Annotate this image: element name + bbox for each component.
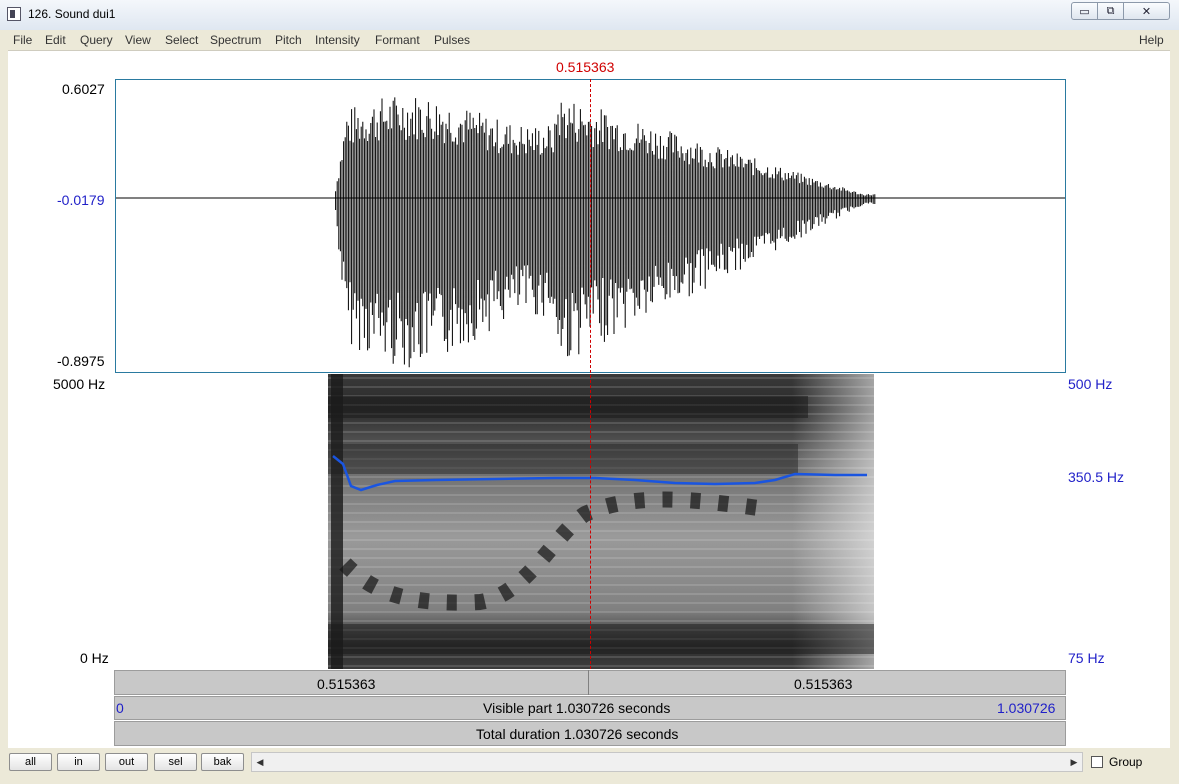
- window-frame-left: [0, 30, 8, 784]
- menu-intensity[interactable]: Intensity: [315, 33, 360, 47]
- time-bar-divider: [588, 670, 589, 695]
- menu-bar: File Edit Query View Select Spectrum Pit…: [8, 30, 1170, 51]
- spectrogram-bottom-freq-label: 0 Hz: [80, 650, 109, 666]
- visible-part-label: Visible part 1.030726 seconds: [483, 700, 671, 716]
- pitch-mid-label: 350.5 Hz: [1068, 469, 1125, 485]
- menu-view[interactable]: View: [125, 33, 151, 47]
- window-title: 126. Sound dui1: [28, 7, 116, 21]
- scroll-right-arrow-icon[interactable]: ▶: [1067, 754, 1081, 770]
- waveform-mid-label: -0.0179: [57, 192, 105, 208]
- window-frame-right: [1170, 30, 1179, 748]
- time-bar-left-label[interactable]: 0.515363: [317, 676, 375, 692]
- menu-pulses[interactable]: Pulses: [434, 33, 470, 47]
- cursor-line: [590, 79, 591, 669]
- spectrogram-top-freq-label: 5000 Hz: [53, 376, 106, 392]
- waveform-min-label: -0.8975: [57, 353, 105, 369]
- menu-edit[interactable]: Edit: [45, 33, 66, 47]
- menu-pitch[interactable]: Pitch: [275, 33, 302, 47]
- zoom-all-button[interactable]: all: [9, 753, 52, 771]
- group-checkbox-label: Group: [1109, 755, 1143, 769]
- menu-select[interactable]: Select: [165, 33, 198, 47]
- waveform-max-label: 0.6027: [62, 81, 105, 97]
- selection-time-bar[interactable]: [114, 670, 1066, 695]
- title-bar: 126. Sound dui1 ▭ ⧉ ✕: [0, 0, 1179, 31]
- pitch-top-label: 500 Hz: [1068, 376, 1113, 392]
- pitch-bottom-label: 75 Hz: [1068, 650, 1105, 666]
- menu-help[interactable]: Help: [1139, 33, 1164, 47]
- zoom-in-button[interactable]: in: [57, 753, 100, 771]
- menu-formant[interactable]: Formant: [375, 33, 420, 47]
- maximize-button[interactable]: ⧉: [1097, 2, 1124, 20]
- cursor-time-label: 0.515363: [556, 59, 615, 75]
- time-bar-right-label[interactable]: 0.515363: [794, 676, 852, 692]
- close-button[interactable]: ✕: [1123, 2, 1170, 20]
- zoom-back-button[interactable]: bak: [201, 753, 244, 771]
- scroll-left-arrow-icon[interactable]: ◀: [253, 754, 267, 770]
- visible-end-label: 1.030726: [997, 700, 1056, 716]
- zoom-selection-button[interactable]: sel: [154, 753, 197, 771]
- menu-spectrum[interactable]: Spectrum: [210, 33, 261, 47]
- total-duration-label: Total duration 1.030726 seconds: [476, 726, 679, 742]
- praat-document-icon: [7, 7, 21, 21]
- waveform-trace: [116, 97, 1065, 368]
- spectrogram-energy: [328, 374, 874, 669]
- menu-file[interactable]: File: [13, 33, 32, 47]
- horizontal-scrollbar[interactable]: ◀ ▶: [251, 752, 1083, 772]
- visible-start-label: 0: [116, 700, 124, 716]
- minimize-button[interactable]: ▭: [1071, 2, 1098, 20]
- zoom-out-button[interactable]: out: [105, 753, 148, 771]
- menu-query[interactable]: Query: [80, 33, 113, 47]
- group-checkbox[interactable]: [1091, 756, 1103, 768]
